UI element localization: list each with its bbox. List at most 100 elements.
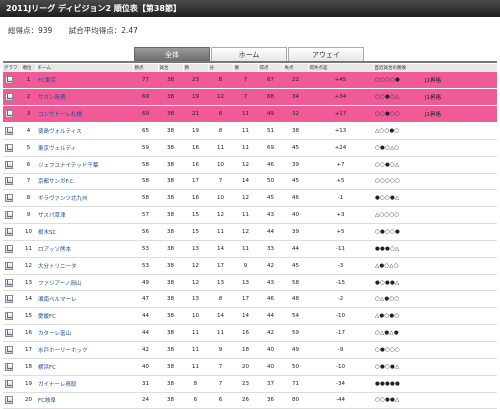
page-title: 2011Jリーグ ディビジョン2 順位表【第38節】 <box>0 0 500 17</box>
games-cell: 38 <box>158 341 183 359</box>
graph-icon[interactable] <box>5 126 13 135</box>
games-cell: 38 <box>158 173 183 191</box>
team-name[interactable]: FC岐阜 <box>36 392 133 409</box>
graph-cell <box>3 156 21 174</box>
team-name[interactable]: カターレ富山 <box>36 324 133 342</box>
table-row: 16 カターレ富山 44 38 11 11 16 42 59 -17 ○△●△● <box>3 324 497 342</box>
rank-cell: 2 <box>21 88 36 107</box>
header-goals-for: 得点 <box>258 64 284 72</box>
status-cell <box>423 189 497 208</box>
games-cell: 38 <box>158 257 183 275</box>
goals-for-cell: 51 <box>258 122 283 140</box>
games-cell: 38 <box>158 139 183 157</box>
status-cell: J1昇格 <box>423 88 497 107</box>
header-goals-against: 失点 <box>283 64 309 72</box>
graph-icon[interactable] <box>5 261 13 270</box>
recent-form-cell: △●○△○ <box>373 257 423 275</box>
team-name[interactable]: サガン鳥栖 <box>36 88 133 107</box>
tab-home[interactable]: ホーム <box>211 47 287 62</box>
table-row: 3 コンサドーレ札幌 69 38 21 6 11 49 32 +17 ○○●○○ J1昇格 <box>3 105 497 124</box>
header-team: チーム <box>36 64 134 72</box>
recent-form-cell: ○△●△● <box>373 324 423 342</box>
points-cell: 58 <box>133 173 158 191</box>
graph-icon[interactable] <box>5 76 13 85</box>
graph-icon[interactable] <box>5 312 13 321</box>
team-name[interactable]: 愛媛FC <box>36 307 133 326</box>
team-name[interactable]: 東京ヴェルディ <box>36 139 133 157</box>
team-name[interactable]: ロアッソ熊本 <box>36 240 133 258</box>
losses-cell: 12 <box>233 189 258 208</box>
team-name[interactable]: ジェフユナイテッド千葉 <box>36 156 133 174</box>
rank-cell: 20 <box>21 392 36 409</box>
graph-icon[interactable] <box>5 93 13 102</box>
goals-for-cell: 69 <box>258 139 283 157</box>
draws-cell: 17 <box>208 257 233 275</box>
draws-cell: 8 <box>208 122 233 140</box>
team-name[interactable]: コンサドーレ札幌 <box>36 105 133 124</box>
graph-icon[interactable] <box>5 228 13 237</box>
goals-against-cell: 45 <box>283 139 308 157</box>
team-name[interactable]: 湘南ベルマーレ <box>36 290 133 309</box>
graph-icon[interactable] <box>5 211 13 220</box>
wins-cell: 10 <box>183 307 208 326</box>
graph-icon[interactable] <box>5 278 13 287</box>
tab-away[interactable]: アウェイ <box>288 47 364 62</box>
losses-cell: 12 <box>233 156 258 174</box>
goal-diff-cell: +45 <box>308 72 373 90</box>
points-cell: 65 <box>133 122 158 140</box>
goal-diff-cell: +5 <box>308 173 373 191</box>
games-cell: 38 <box>158 189 183 208</box>
graph-icon[interactable] <box>5 295 13 304</box>
recent-form-cell: ●○●●△ <box>373 274 423 292</box>
draws-cell: 11 <box>208 139 233 157</box>
goals-for-cell: 67 <box>258 72 283 90</box>
games-cell: 38 <box>158 156 183 174</box>
graph-cell <box>3 358 21 376</box>
graph-icon[interactable] <box>5 143 13 152</box>
rank-cell: 11 <box>21 240 36 258</box>
points-cell: 69 <box>133 88 158 107</box>
graph-icon[interactable] <box>5 194 13 203</box>
tab-overall[interactable]: 全体 <box>134 47 210 62</box>
graph-icon[interactable] <box>5 345 13 354</box>
status-cell <box>423 206 497 225</box>
team-name[interactable]: 横浜FC <box>36 358 133 376</box>
games-cell: 38 <box>158 223 183 241</box>
losses-cell: 26 <box>233 392 258 409</box>
goal-diff-cell: -10 <box>308 307 373 326</box>
graph-icon[interactable] <box>5 379 13 388</box>
team-name[interactable]: 栃木SC <box>36 223 133 241</box>
draws-cell: 13 <box>208 274 233 292</box>
rank-cell: 4 <box>21 122 36 140</box>
goals-against-cell: 54 <box>283 307 308 326</box>
wins-cell: 16 <box>183 139 208 157</box>
team-name[interactable]: 京都サンガF.C. <box>36 173 133 191</box>
team-name[interactable]: ガイナーレ鳥取 <box>36 375 133 393</box>
graph-icon[interactable] <box>5 177 13 186</box>
recent-form-cell: △○○●○ <box>373 122 423 140</box>
team-name[interactable]: ザスパ草津 <box>36 206 133 225</box>
graph-icon[interactable] <box>5 110 13 119</box>
table-row: 10 栃木SC 56 38 15 11 12 44 39 +5 ○●○○● <box>3 223 497 241</box>
graph-icon[interactable] <box>5 244 13 253</box>
table-row: 12 大分トリニータ 53 38 12 17 9 42 45 -3 △●○△○ <box>3 257 497 275</box>
team-name[interactable]: 徳島ヴォルティス <box>36 122 133 140</box>
graph-icon[interactable] <box>5 160 13 169</box>
team-name[interactable]: 水戸ホーリーホック <box>36 341 133 359</box>
team-name[interactable]: ファジアーノ岡山 <box>36 274 133 292</box>
goals-against-cell: 39 <box>283 156 308 174</box>
wins-cell: 12 <box>183 257 208 275</box>
team-name[interactable]: FC東京 <box>36 72 133 90</box>
goal-diff-cell: -44 <box>308 392 373 409</box>
graph-icon[interactable] <box>5 396 13 405</box>
graph-icon[interactable] <box>5 329 13 338</box>
losses-cell: 11 <box>233 122 258 140</box>
team-name[interactable]: ギラヴァンツ北九州 <box>36 189 133 208</box>
team-name[interactable]: 大分トリニータ <box>36 257 133 275</box>
graph-icon[interactable] <box>5 362 13 371</box>
wins-cell: 16 <box>183 189 208 208</box>
goals-for-cell: 43 <box>258 274 283 292</box>
wins-cell: 23 <box>183 72 208 90</box>
points-cell: 57 <box>133 206 158 225</box>
table-row: 5 東京ヴェルディ 59 38 16 11 11 69 45 +24 ○●○△○ <box>3 139 497 157</box>
